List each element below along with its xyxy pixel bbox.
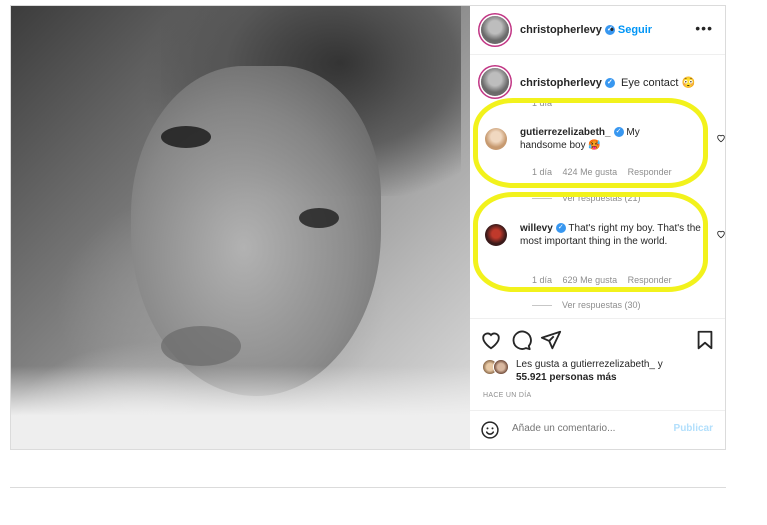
comment-likes[interactable]: 629 Me gusta [563,275,618,285]
comment-text-block: gutierrezelizabeth_ ✓ My handsome boy 🥵 [520,126,660,152]
comment-bubble-icon[interactable] [510,329,532,351]
reply-button[interactable]: Responder [628,275,672,285]
separator-dot: • [610,24,614,36]
view-replies-button[interactable]: Ver respuestas (21) [532,193,641,203]
likes-line-2[interactable]: 55.921 personas más [516,371,663,384]
instagram-post: christopherlevy ✓ • Seguir ••• christopher… [10,5,726,450]
post-photo[interactable] [11,6,470,449]
caption-avatar[interactable] [481,68,509,96]
comment-likes[interactable]: 424 Me gusta [563,167,618,177]
post-timestamp[interactable]: HACE UN DÍA [483,392,531,399]
page-divider [10,487,726,488]
caption-time: 1 día [532,98,560,108]
comment-meta: 1 día 629 Me gusta Responder [532,275,680,285]
author-avatar[interactable] [481,16,509,44]
author-username-text[interactable]: christopherlevy [520,24,602,36]
comment-time[interactable]: 1 día [532,167,552,177]
comment-input[interactable] [512,423,662,434]
comment-username[interactable]: willevy [520,223,553,234]
photo-eye-right [299,208,339,228]
view-replies-button[interactable]: Ver respuestas (30) [532,300,641,310]
add-comment-bar: Publicar [470,410,725,450]
verified-badge-icon: ✓ [613,127,624,138]
share-paper-plane-icon[interactable] [540,329,562,351]
comment-avatar[interactable] [485,128,507,150]
save-bookmark-icon[interactable] [694,329,716,351]
comment-username[interactable]: gutierrezelizabeth_ [520,127,611,138]
photo-eye-left [161,126,211,148]
reply-button[interactable]: Responder [628,167,672,177]
photo-pillow [11,366,470,449]
action-bar [470,318,725,359]
more-horizontal-icon[interactable]: ••• [695,20,713,36]
comment-time[interactable]: 1 día [532,275,552,285]
follow-button[interactable]: • Seguir [610,24,652,36]
photo-lips [161,326,241,366]
caption-row: christopherlevy ✓ Eye contact 😳 [520,76,695,89]
emoji-icon[interactable] [480,420,500,440]
author-username[interactable]: christopherlevy ✓ [520,24,615,36]
caption-text: Eye contact 😳 [620,77,696,89]
likes-text: Les gusta a gutierrezelizabeth_ y 55.921… [516,358,663,384]
post-sidebar: christopherlevy ✓ • Seguir ••• christopher… [470,6,725,449]
like-heart-icon[interactable] [480,329,502,351]
comment-text-block: willevy ✓ That's right my boy. That's the… [520,222,705,248]
likes-line-1[interactable]: Les gusta a gutierrezelizabeth_ y [516,358,663,371]
verified-badge-icon: ✓ [555,223,566,234]
comment-avatar[interactable] [485,224,507,246]
like-comment-heart-icon[interactable] [716,133,726,143]
post-header: christopherlevy ✓ • Seguir ••• [470,6,725,55]
comment-meta: 1 día 424 Me gusta Responder [532,167,680,177]
caption-time-text[interactable]: 1 día [532,98,552,108]
like-comment-heart-icon[interactable] [716,229,726,239]
publish-button[interactable]: Publicar [674,423,713,434]
verified-badge-icon: ✓ [604,78,615,89]
caption-username[interactable]: christopherlevy [520,77,602,89]
liker-avatar[interactable] [493,359,509,375]
follow-label[interactable]: Seguir [618,24,652,36]
